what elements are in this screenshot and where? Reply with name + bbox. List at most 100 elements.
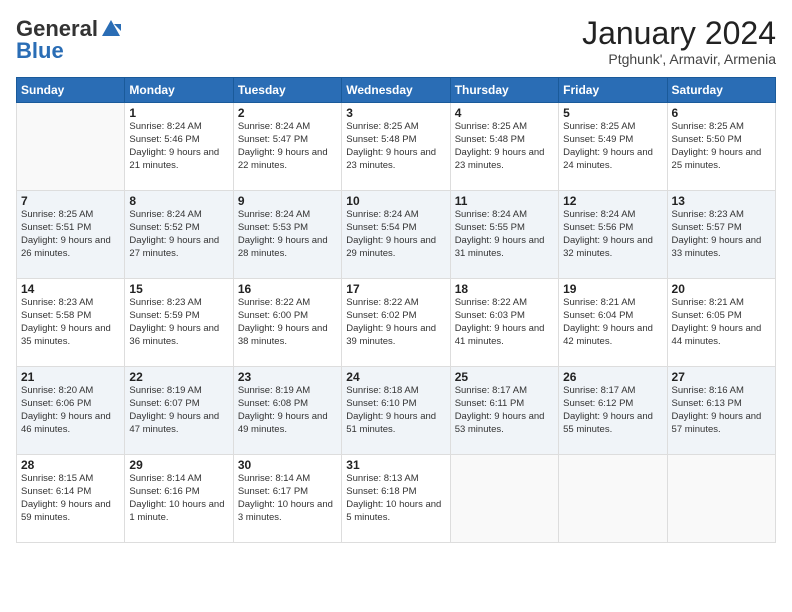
day-info: Sunrise: 8:23 AM Sunset: 5:59 PM Dayligh… — [129, 297, 228, 348]
calendar-cell: 15Sunrise: 8:23 AM Sunset: 5:59 PM Dayli… — [125, 279, 233, 367]
calendar-cell: 1Sunrise: 8:24 AM Sunset: 5:46 PM Daylig… — [125, 103, 233, 191]
calendar-cell: 16Sunrise: 8:22 AM Sunset: 6:00 PM Dayli… — [233, 279, 341, 367]
calendar-cell: 19Sunrise: 8:21 AM Sunset: 6:04 PM Dayli… — [559, 279, 667, 367]
calendar-cell: 21Sunrise: 8:20 AM Sunset: 6:06 PM Dayli… — [17, 367, 125, 455]
calendar-cell: 31Sunrise: 8:13 AM Sunset: 6:18 PM Dayli… — [342, 455, 450, 543]
calendar-cell — [450, 455, 558, 543]
calendar-cell: 26Sunrise: 8:17 AM Sunset: 6:12 PM Dayli… — [559, 367, 667, 455]
day-number: 31 — [346, 458, 445, 472]
weekday-header-monday: Monday — [125, 78, 233, 103]
day-info: Sunrise: 8:17 AM Sunset: 6:11 PM Dayligh… — [455, 385, 554, 436]
calendar-week-row: 7Sunrise: 8:25 AM Sunset: 5:51 PM Daylig… — [17, 191, 776, 279]
day-number: 20 — [672, 282, 771, 296]
day-number: 23 — [238, 370, 337, 384]
day-info: Sunrise: 8:16 AM Sunset: 6:13 PM Dayligh… — [672, 385, 771, 436]
calendar-cell: 28Sunrise: 8:15 AM Sunset: 6:14 PM Dayli… — [17, 455, 125, 543]
calendar-cell — [667, 455, 775, 543]
day-info: Sunrise: 8:24 AM Sunset: 5:46 PM Dayligh… — [129, 121, 228, 172]
day-number: 30 — [238, 458, 337, 472]
day-info: Sunrise: 8:23 AM Sunset: 5:58 PM Dayligh… — [21, 297, 120, 348]
calendar-cell: 27Sunrise: 8:16 AM Sunset: 6:13 PM Dayli… — [667, 367, 775, 455]
day-number: 18 — [455, 282, 554, 296]
day-info: Sunrise: 8:19 AM Sunset: 6:08 PM Dayligh… — [238, 385, 337, 436]
weekday-header-thursday: Thursday — [450, 78, 558, 103]
calendar: SundayMondayTuesdayWednesdayThursdayFrid… — [16, 77, 776, 543]
weekday-header-sunday: Sunday — [17, 78, 125, 103]
day-number: 5 — [563, 106, 662, 120]
day-info: Sunrise: 8:21 AM Sunset: 6:04 PM Dayligh… — [563, 297, 662, 348]
calendar-cell: 17Sunrise: 8:22 AM Sunset: 6:02 PM Dayli… — [342, 279, 450, 367]
calendar-cell: 7Sunrise: 8:25 AM Sunset: 5:51 PM Daylig… — [17, 191, 125, 279]
calendar-cell: 18Sunrise: 8:22 AM Sunset: 6:03 PM Dayli… — [450, 279, 558, 367]
day-info: Sunrise: 8:24 AM Sunset: 5:55 PM Dayligh… — [455, 209, 554, 260]
day-number: 22 — [129, 370, 228, 384]
title-block: January 2024 Ptghunk', Armavir, Armenia — [582, 16, 776, 67]
day-number: 16 — [238, 282, 337, 296]
day-number: 24 — [346, 370, 445, 384]
calendar-week-row: 21Sunrise: 8:20 AM Sunset: 6:06 PM Dayli… — [17, 367, 776, 455]
calendar-cell: 2Sunrise: 8:24 AM Sunset: 5:47 PM Daylig… — [233, 103, 341, 191]
calendar-cell: 4Sunrise: 8:25 AM Sunset: 5:48 PM Daylig… — [450, 103, 558, 191]
day-number: 14 — [21, 282, 120, 296]
day-info: Sunrise: 8:17 AM Sunset: 6:12 PM Dayligh… — [563, 385, 662, 436]
day-number: 28 — [21, 458, 120, 472]
day-info: Sunrise: 8:25 AM Sunset: 5:50 PM Dayligh… — [672, 121, 771, 172]
calendar-cell: 23Sunrise: 8:19 AM Sunset: 6:08 PM Dayli… — [233, 367, 341, 455]
location-subtitle: Ptghunk', Armavir, Armenia — [582, 51, 776, 67]
day-info: Sunrise: 8:24 AM Sunset: 5:56 PM Dayligh… — [563, 209, 662, 260]
day-info: Sunrise: 8:25 AM Sunset: 5:51 PM Dayligh… — [21, 209, 120, 260]
calendar-week-row: 1Sunrise: 8:24 AM Sunset: 5:46 PM Daylig… — [17, 103, 776, 191]
day-number: 10 — [346, 194, 445, 208]
day-number: 8 — [129, 194, 228, 208]
weekday-header-saturday: Saturday — [667, 78, 775, 103]
day-info: Sunrise: 8:19 AM Sunset: 6:07 PM Dayligh… — [129, 385, 228, 436]
day-info: Sunrise: 8:24 AM Sunset: 5:47 PM Dayligh… — [238, 121, 337, 172]
day-info: Sunrise: 8:25 AM Sunset: 5:48 PM Dayligh… — [455, 121, 554, 172]
day-info: Sunrise: 8:22 AM Sunset: 6:00 PM Dayligh… — [238, 297, 337, 348]
day-number: 9 — [238, 194, 337, 208]
day-info: Sunrise: 8:24 AM Sunset: 5:54 PM Dayligh… — [346, 209, 445, 260]
day-info: Sunrise: 8:22 AM Sunset: 6:03 PM Dayligh… — [455, 297, 554, 348]
calendar-cell: 6Sunrise: 8:25 AM Sunset: 5:50 PM Daylig… — [667, 103, 775, 191]
calendar-cell: 20Sunrise: 8:21 AM Sunset: 6:05 PM Dayli… — [667, 279, 775, 367]
day-info: Sunrise: 8:22 AM Sunset: 6:02 PM Dayligh… — [346, 297, 445, 348]
day-info: Sunrise: 8:25 AM Sunset: 5:48 PM Dayligh… — [346, 121, 445, 172]
day-info: Sunrise: 8:14 AM Sunset: 6:16 PM Dayligh… — [129, 473, 228, 524]
day-number: 11 — [455, 194, 554, 208]
day-number: 19 — [563, 282, 662, 296]
day-number: 13 — [672, 194, 771, 208]
weekday-header-friday: Friday — [559, 78, 667, 103]
day-number: 7 — [21, 194, 120, 208]
day-info: Sunrise: 8:24 AM Sunset: 5:53 PM Dayligh… — [238, 209, 337, 260]
day-info: Sunrise: 8:23 AM Sunset: 5:57 PM Dayligh… — [672, 209, 771, 260]
calendar-cell: 29Sunrise: 8:14 AM Sunset: 6:16 PM Dayli… — [125, 455, 233, 543]
calendar-week-row: 28Sunrise: 8:15 AM Sunset: 6:14 PM Dayli… — [17, 455, 776, 543]
day-number: 17 — [346, 282, 445, 296]
weekday-header-row: SundayMondayTuesdayWednesdayThursdayFrid… — [17, 78, 776, 103]
logo-icon — [100, 18, 122, 40]
day-number: 26 — [563, 370, 662, 384]
calendar-cell: 25Sunrise: 8:17 AM Sunset: 6:11 PM Dayli… — [450, 367, 558, 455]
day-info: Sunrise: 8:18 AM Sunset: 6:10 PM Dayligh… — [346, 385, 445, 436]
day-info: Sunrise: 8:13 AM Sunset: 6:18 PM Dayligh… — [346, 473, 445, 524]
day-info: Sunrise: 8:25 AM Sunset: 5:49 PM Dayligh… — [563, 121, 662, 172]
calendar-cell: 22Sunrise: 8:19 AM Sunset: 6:07 PM Dayli… — [125, 367, 233, 455]
calendar-week-row: 14Sunrise: 8:23 AM Sunset: 5:58 PM Dayli… — [17, 279, 776, 367]
calendar-cell: 11Sunrise: 8:24 AM Sunset: 5:55 PM Dayli… — [450, 191, 558, 279]
calendar-cell: 10Sunrise: 8:24 AM Sunset: 5:54 PM Dayli… — [342, 191, 450, 279]
logo-blue: Blue — [16, 38, 64, 64]
day-number: 4 — [455, 106, 554, 120]
day-number: 3 — [346, 106, 445, 120]
day-info: Sunrise: 8:24 AM Sunset: 5:52 PM Dayligh… — [129, 209, 228, 260]
day-number: 6 — [672, 106, 771, 120]
calendar-cell: 24Sunrise: 8:18 AM Sunset: 6:10 PM Dayli… — [342, 367, 450, 455]
day-number: 12 — [563, 194, 662, 208]
calendar-cell: 14Sunrise: 8:23 AM Sunset: 5:58 PM Dayli… — [17, 279, 125, 367]
day-info: Sunrise: 8:14 AM Sunset: 6:17 PM Dayligh… — [238, 473, 337, 524]
calendar-cell: 12Sunrise: 8:24 AM Sunset: 5:56 PM Dayli… — [559, 191, 667, 279]
calendar-cell: 9Sunrise: 8:24 AM Sunset: 5:53 PM Daylig… — [233, 191, 341, 279]
weekday-header-tuesday: Tuesday — [233, 78, 341, 103]
day-number: 25 — [455, 370, 554, 384]
calendar-cell — [17, 103, 125, 191]
weekday-header-wednesday: Wednesday — [342, 78, 450, 103]
